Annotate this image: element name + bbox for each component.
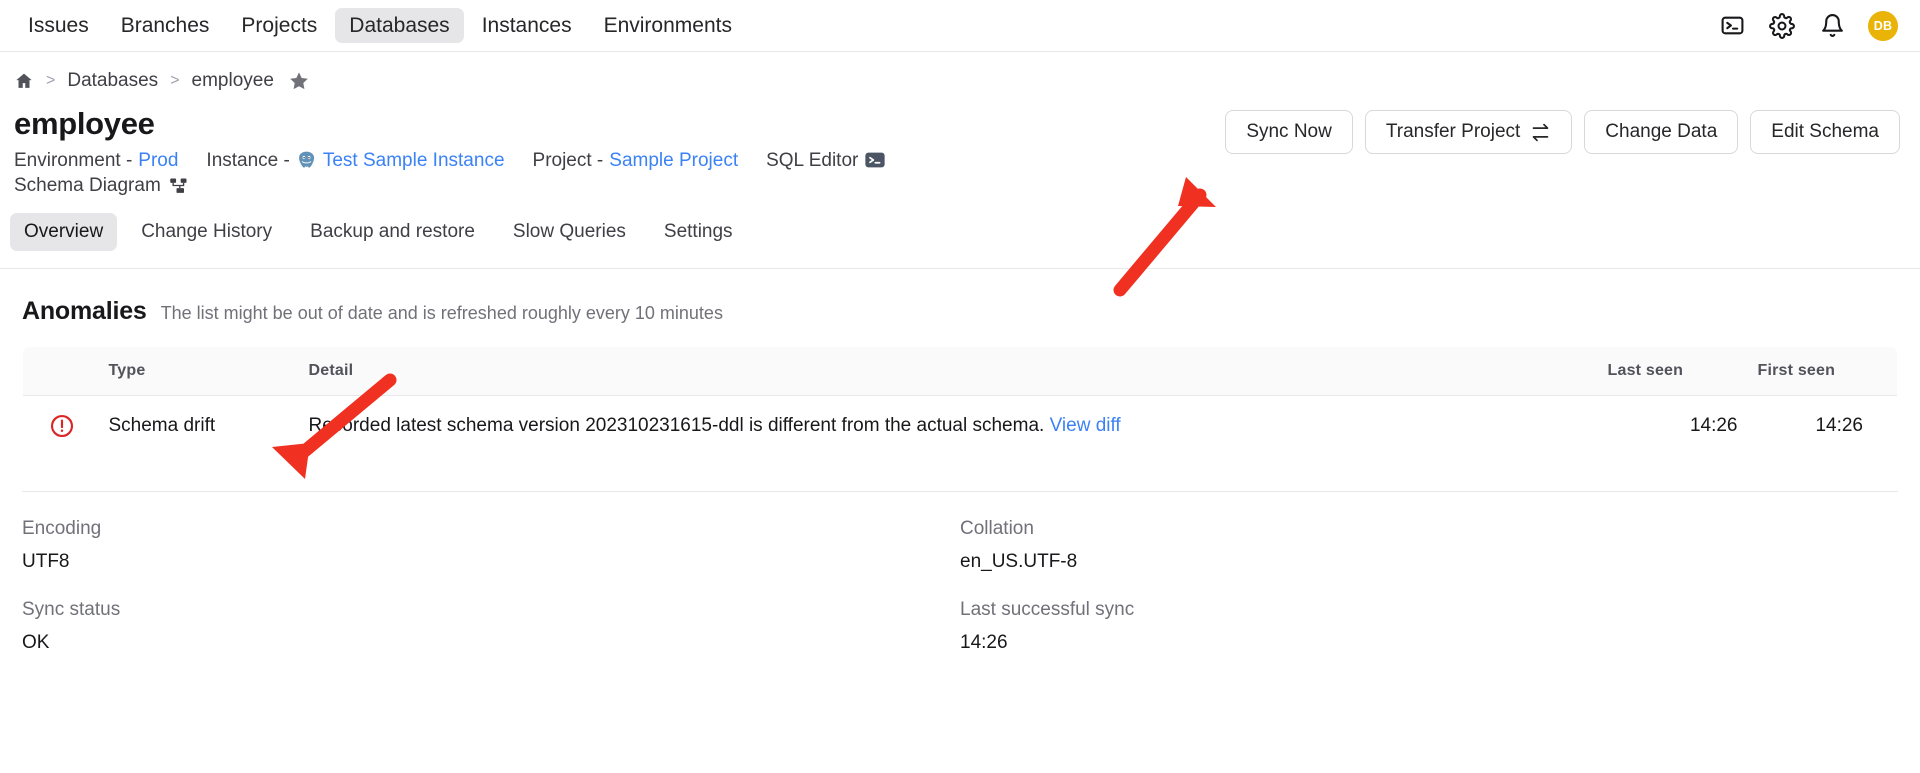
meta-environment-value[interactable]: Prod: [138, 148, 178, 174]
page-title: employee: [14, 106, 155, 141]
error-circle-icon: [49, 413, 89, 439]
row-detail-text: Recorded latest schema version 202310231…: [308, 415, 1045, 437]
detail-sync-status-label: Sync status: [22, 599, 121, 621]
nav-item-projects[interactable]: Projects: [227, 8, 331, 43]
detail-sync-status-value: OK: [22, 632, 50, 654]
home-icon[interactable]: [14, 71, 34, 91]
breadcrumb: > Databases > employee: [0, 52, 1920, 92]
detail-collation-label: Collation: [960, 518, 1034, 540]
database-details-grid: Encoding UTF8 Collation en_US.UTF-8 Sync…: [22, 518, 1898, 680]
row-detail: Recorded latest schema version 202310231…: [299, 396, 1598, 457]
column-header-last-seen: Last seen: [1597, 347, 1748, 397]
column-header-type: Type: [98, 347, 299, 397]
row-last-seen: 14:26: [1689, 415, 1738, 437]
meta-environment-label: Environment -: [14, 149, 133, 171]
detail-collation-value: en_US.UTF-8: [960, 551, 1078, 573]
anomalies-header: Anomalies The list might be out of date …: [22, 297, 1898, 326]
primary-nav-items: Issues Branches Projects Databases Insta…: [14, 8, 746, 43]
anomalies-title: Anomalies: [22, 297, 147, 326]
tab-overview[interactable]: Overview: [10, 213, 118, 252]
nav-item-issues[interactable]: Issues: [14, 8, 103, 43]
overview-content: Anomalies The list might be out of date …: [0, 297, 1920, 680]
top-navigation-bar: Issues Branches Projects Databases Insta…: [0, 0, 1920, 52]
header-action-buttons: Sync Now Transfer Project Change Data Ed…: [1225, 106, 1900, 154]
meta-sql-editor[interactable]: SQL Editor: [766, 148, 886, 174]
column-header-icon: [23, 347, 99, 397]
schema-diagram-label: Schema Diagram: [14, 175, 161, 197]
anomalies-table: Type Detail Last seen First seen Schema …: [22, 346, 1898, 458]
row-severity-cell: [23, 396, 99, 457]
terminal-icon[interactable]: [864, 149, 886, 171]
detail-sync-status: Sync status OK: [22, 599, 960, 654]
detail-encoding: Encoding UTF8: [22, 518, 960, 573]
row-type: Schema drift: [108, 415, 216, 437]
row-first-seen: 14:26: [1815, 415, 1863, 437]
tab-bar: Overview Change History Backup and resto…: [0, 197, 1920, 252]
breadcrumb-separator-2: >: [170, 72, 180, 89]
meta-instance-label: Instance -: [206, 149, 290, 171]
page-header-left: employee Environment - Prod Instance - T…: [14, 106, 1225, 197]
transfer-project-label: Transfer Project: [1385, 121, 1521, 142]
detail-last-successful-sync-value: 14:26: [960, 632, 1008, 654]
breadcrumb-item-employee[interactable]: employee: [192, 70, 274, 92]
tab-slow-queries[interactable]: Slow Queries: [499, 213, 640, 251]
detail-encoding-value: UTF8: [22, 551, 70, 573]
meta-project-value[interactable]: Sample Project: [609, 148, 738, 174]
diagram-icon[interactable]: [169, 176, 189, 196]
terminal-icon[interactable]: [1718, 12, 1746, 40]
detail-encoding-label: Encoding: [22, 518, 102, 540]
tab-settings[interactable]: Settings: [650, 213, 747, 251]
nav-item-instances[interactable]: Instances: [468, 8, 586, 43]
sync-now-button[interactable]: Sync Now: [1225, 110, 1353, 154]
meta-environment: Environment - Prod: [14, 148, 178, 174]
detail-collation: Collation en_US.UTF-8: [960, 518, 1898, 573]
table-header-row: Type Detail Last seen First seen: [23, 347, 1897, 397]
bell-icon[interactable]: [1818, 12, 1846, 40]
postgresql-elephant-icon: [296, 150, 317, 171]
column-header-first-seen: First seen: [1747, 347, 1897, 397]
detail-last-successful-sync: Last successful sync 14:26: [960, 599, 1898, 654]
anomalies-subtitle: The list might be out of date and is ref…: [160, 303, 723, 324]
change-data-button[interactable]: Change Data: [1584, 110, 1739, 154]
tab-change-history[interactable]: Change History: [127, 213, 286, 251]
detail-last-successful-sync-label: Last successful sync: [960, 599, 1135, 621]
page-header: employee Environment - Prod Instance - T…: [0, 92, 1920, 197]
breadcrumb-separator-1: >: [46, 72, 56, 89]
transfer-project-button[interactable]: Transfer Project: [1364, 110, 1573, 154]
breadcrumb-item-databases[interactable]: Databases: [67, 70, 158, 92]
nav-right-actions: DB: [1718, 10, 1898, 41]
view-diff-link[interactable]: View diff: [1050, 415, 1121, 436]
tab-backup-and-restore[interactable]: Backup and restore: [296, 213, 489, 251]
gear-icon[interactable]: [1768, 12, 1796, 40]
table-row[interactable]: Schema drift Recorded latest schema vers…: [23, 396, 1897, 457]
meta-instance: Instance - Test Sample Instance: [206, 148, 504, 174]
meta-project-label: Project -: [532, 149, 604, 171]
avatar[interactable]: DB: [1868, 10, 1898, 41]
details-divider: [22, 491, 1898, 493]
anomalies-table-body: Schema drift Recorded latest schema vers…: [23, 396, 1897, 457]
nav-item-databases[interactable]: Databases: [335, 8, 464, 43]
tabs-divider: [0, 268, 1920, 270]
column-header-detail: Detail: [298, 347, 1598, 397]
nav-item-branches[interactable]: Branches: [107, 8, 224, 43]
nav-item-environments[interactable]: Environments: [590, 8, 746, 43]
anomalies-table-head: Type Detail Last seen First seen: [23, 347, 1897, 397]
database-meta-line: Environment - Prod Instance - Test Sampl…: [14, 148, 1074, 174]
star-icon[interactable]: [288, 70, 310, 92]
meta-sql-editor-label: SQL Editor: [766, 149, 859, 171]
meta-project: Project - Sample Project: [533, 148, 739, 174]
meta-instance-value[interactable]: Test Sample Instance: [323, 148, 505, 174]
transfer-arrows-icon: [1530, 122, 1551, 143]
edit-schema-button[interactable]: Edit Schema: [1750, 110, 1900, 154]
schema-diagram-link[interactable]: Schema Diagram: [14, 175, 189, 197]
